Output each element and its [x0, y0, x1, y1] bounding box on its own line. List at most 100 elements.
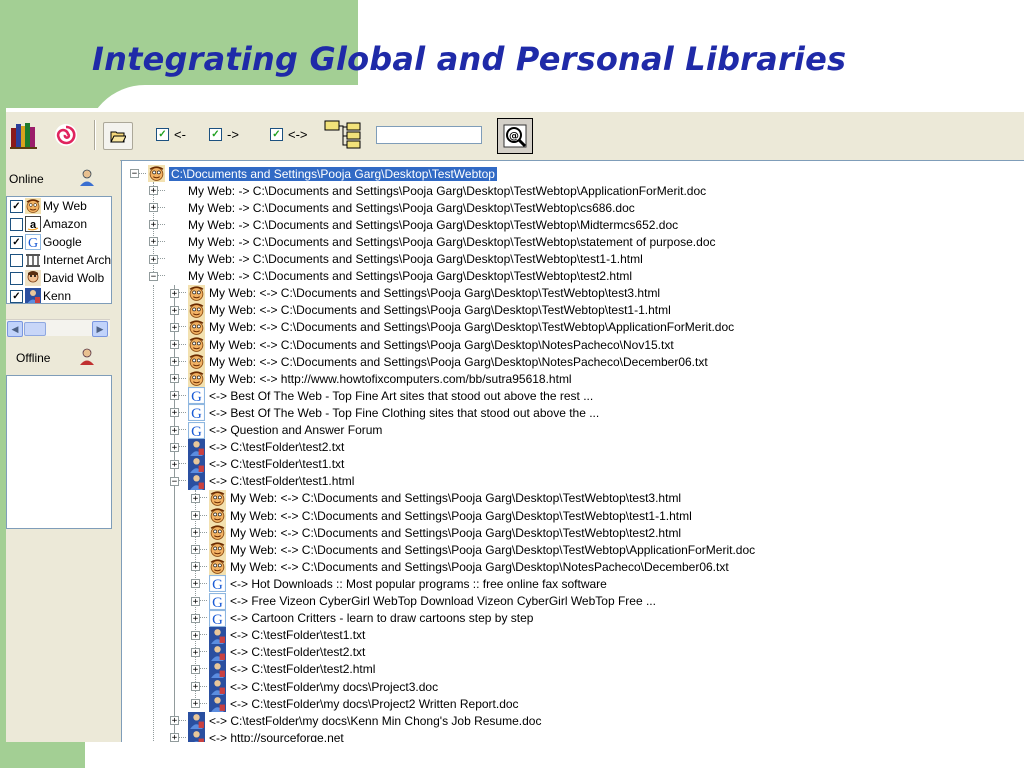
- check-left[interactable]: ✓ <-: [156, 127, 186, 142]
- online-item[interactable]: ✓ My Web: [7, 197, 111, 215]
- online-item[interactable]: ✓ G Google: [7, 233, 111, 251]
- expand-toggle[interactable]: +: [191, 664, 200, 674]
- expand-toggle[interactable]: +: [149, 254, 158, 264]
- tree-node[interactable]: + G <-> Hot Downloads :: Most popular prog…: [191, 575, 607, 593]
- tree-node[interactable]: + My Web: <-> C:\Documents and Settings\P…: [170, 301, 671, 319]
- expand-toggle[interactable]: +: [191, 545, 200, 555]
- expand-toggle[interactable]: +: [170, 442, 179, 452]
- expand-toggle[interactable]: +: [149, 186, 158, 196]
- scroll-thumb[interactable]: [24, 322, 46, 336]
- tree-node[interactable]: + G <-> Question and Answer Forum: [170, 421, 382, 439]
- tree-node[interactable]: + <-> C:\testFolder\my docs\Project3.doc: [191, 678, 438, 695]
- search-input[interactable]: [376, 126, 482, 144]
- check-both-box[interactable]: ✓: [270, 128, 283, 141]
- tree-node[interactable]: + My Web: -> C:\Documents and Settings\Po…: [149, 182, 706, 199]
- check-both[interactable]: ✓ <->: [270, 127, 308, 142]
- search-at-icon[interactable]: @: [497, 118, 533, 154]
- online-item-checkbox[interactable]: ✓: [10, 235, 23, 249]
- online-item-checkbox[interactable]: ✓: [10, 199, 23, 213]
- tree-node[interactable]: + My Web: <-> C:\Documents and Settings\P…: [170, 318, 734, 336]
- online-item[interactable]: a Amazon: [7, 215, 111, 233]
- online-item-checkbox[interactable]: [10, 271, 23, 285]
- expand-toggle[interactable]: +: [170, 733, 179, 742]
- scroll-right-arrow[interactable]: ▶: [92, 321, 108, 337]
- tree-node[interactable]: + <-> C:\testFolder\test2.txt: [191, 643, 365, 661]
- expand-toggle[interactable]: +: [170, 340, 179, 350]
- online-item-checkbox[interactable]: [10, 253, 23, 267]
- tree-node[interactable]: + <-> C:\testFolder\my docs\Kenn Min Chon…: [170, 712, 541, 730]
- tree-node[interactable]: + <-> C:\testFolder\my docs\Project2 Writ…: [191, 695, 519, 713]
- expand-toggle[interactable]: +: [191, 630, 200, 640]
- tree-node[interactable]: + My Web: <-> C:\Documents and Settings\P…: [191, 558, 729, 576]
- check-right-box[interactable]: ✓: [209, 128, 222, 141]
- online-item[interactable]: ✓ Kenn: [7, 287, 111, 303]
- library-tree[interactable]: − C:\Documents and Settings\Pooja Garg\De…: [121, 160, 1024, 742]
- tree-node[interactable]: − <-> C:\testFolder\test1.html: [170, 472, 354, 490]
- expand-toggle[interactable]: +: [191, 647, 200, 657]
- tree-node[interactable]: + My Web: <-> http://www.howtofixcomputer…: [170, 370, 572, 388]
- expand-toggle[interactable]: +: [170, 374, 179, 384]
- tree-node[interactable]: + My Web: <-> C:\Documents and Settings\P…: [170, 353, 708, 371]
- tree-node[interactable]: − My Web: -> C:\Documents and Settings\Po…: [149, 268, 632, 285]
- expand-toggle[interactable]: +: [170, 716, 179, 726]
- check-right[interactable]: ✓ ->: [209, 127, 239, 142]
- tree-node[interactable]: + My Web: -> C:\Documents and Settings\Po…: [149, 251, 643, 268]
- tree-node[interactable]: + My Web: <-> C:\Documents and Settings\P…: [191, 507, 692, 524]
- expand-toggle[interactable]: +: [170, 288, 179, 298]
- expand-toggle[interactable]: +: [170, 408, 179, 418]
- collapse-toggle[interactable]: −: [149, 271, 158, 281]
- tree-node[interactable]: + G <-> Cartoon Critters - learn to draw c…: [191, 609, 533, 627]
- collapse-toggle[interactable]: −: [170, 476, 179, 486]
- collapse-toggle[interactable]: −: [130, 169, 139, 179]
- online-item[interactable]: Internet Arch: [7, 251, 111, 269]
- expand-toggle[interactable]: +: [191, 579, 200, 589]
- tree-node[interactable]: − C:\Documents and Settings\Pooja Garg\De…: [130, 165, 497, 182]
- expand-toggle[interactable]: +: [149, 237, 158, 247]
- expand-toggle[interactable]: +: [191, 528, 200, 538]
- check-left-box[interactable]: ✓: [156, 128, 169, 141]
- expand-toggle[interactable]: +: [191, 596, 200, 606]
- tree-node[interactable]: + My Web: <-> C:\Documents and Settings\P…: [191, 541, 755, 559]
- tree-node[interactable]: + <-> C:\testFolder\test1.txt: [191, 626, 365, 644]
- expand-toggle[interactable]: +: [149, 220, 158, 230]
- expand-toggle[interactable]: +: [170, 305, 179, 315]
- scroll-left-arrow[interactable]: ◀: [7, 321, 23, 337]
- tree-node[interactable]: + My Web: <-> C:\Documents and Settings\P…: [170, 336, 674, 353]
- swirl-icon[interactable]: [50, 119, 82, 151]
- online-item[interactable]: David Wolb: [7, 269, 111, 287]
- offline-list[interactable]: [6, 375, 112, 529]
- tree-node[interactable]: + My Web: <-> C:\Documents and Settings\P…: [191, 524, 681, 542]
- tree-node[interactable]: + <-> C:\testFolder\test1.txt: [170, 455, 344, 473]
- online-list[interactable]: ✓ My Web a Amazon ✓ G Google Internet Arch David…: [6, 196, 112, 304]
- expand-toggle[interactable]: +: [191, 682, 200, 692]
- online-item-checkbox[interactable]: ✓: [10, 289, 23, 303]
- tree-node[interactable]: + My Web: <-> C:\Documents and Settings\P…: [191, 489, 681, 507]
- tree-node[interactable]: + My Web: <-> C:\Documents and Settings\P…: [170, 284, 660, 302]
- tree-node[interactable]: + G <-> Best Of The Web - Top Fine Clothin…: [170, 404, 599, 422]
- expand-toggle[interactable]: +: [170, 322, 179, 332]
- books-icon[interactable]: [8, 119, 40, 151]
- expand-toggle[interactable]: +: [170, 391, 179, 401]
- expand-toggle[interactable]: +: [191, 613, 200, 623]
- tree-view-icon[interactable]: [322, 118, 364, 152]
- tree-node-label: <-> C:\testFolder\test2.txt: [209, 440, 345, 455]
- online-item-checkbox[interactable]: [10, 217, 23, 231]
- expand-toggle[interactable]: +: [170, 357, 179, 367]
- expand-toggle[interactable]: +: [191, 562, 200, 572]
- online-hscrollbar[interactable]: ◀ ▶: [6, 319, 110, 337]
- tree-node[interactable]: + <-> http://sourceforge.net: [170, 729, 344, 742]
- tree-node[interactable]: + <-> C:\testFolder\test2.txt: [170, 438, 345, 456]
- tree-node[interactable]: + G <-> Free Vizeon CyberGirl WebTop Downl…: [191, 592, 656, 610]
- expand-toggle[interactable]: +: [191, 493, 200, 503]
- tree-node[interactable]: + My Web: -> C:\Documents and Settings\Po…: [149, 233, 716, 250]
- expand-toggle[interactable]: +: [170, 459, 179, 469]
- open-folder-icon[interactable]: [103, 122, 133, 150]
- tree-node[interactable]: + My Web: -> C:\Documents and Settings\Po…: [149, 199, 635, 216]
- expand-toggle[interactable]: +: [191, 511, 200, 521]
- tree-node[interactable]: + G <-> Best Of The Web - Top Fine Art sit…: [170, 387, 593, 405]
- tree-node[interactable]: + <-> C:\testFolder\test2.html: [191, 660, 375, 678]
- tree-node[interactable]: + My Web: -> C:\Documents and Settings\Po…: [149, 216, 678, 233]
- expand-toggle[interactable]: +: [170, 425, 179, 435]
- expand-toggle[interactable]: +: [149, 203, 158, 213]
- expand-toggle[interactable]: +: [191, 699, 200, 709]
